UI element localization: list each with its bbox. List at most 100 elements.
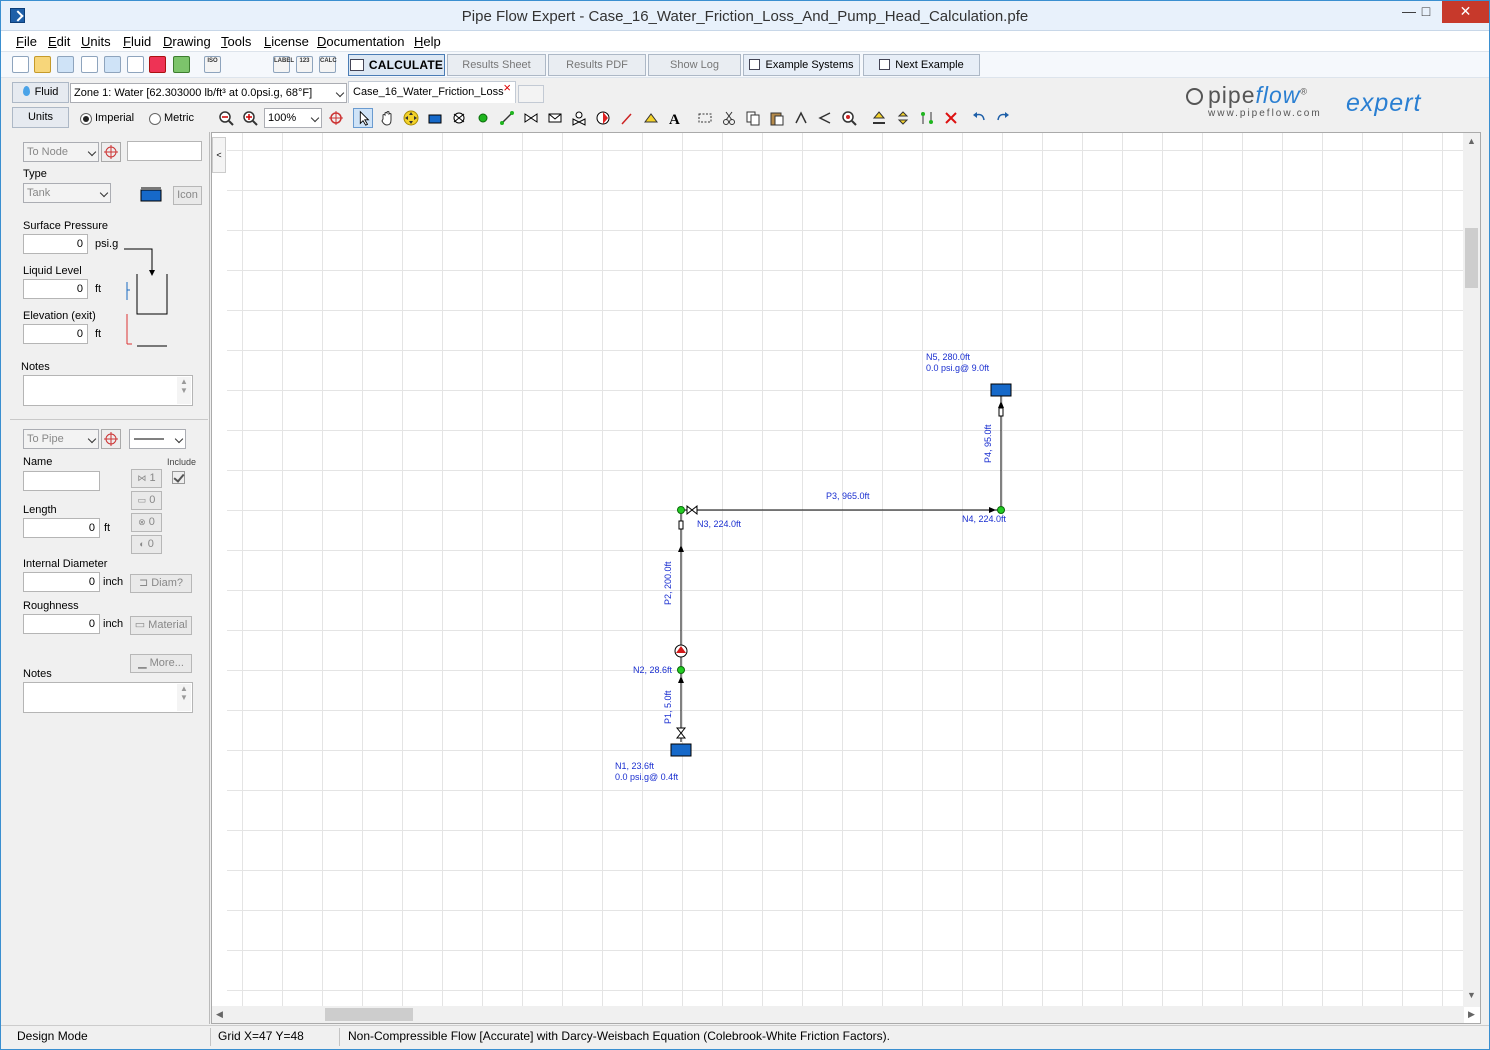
node-target-icon[interactable] <box>101 142 121 162</box>
valve-icon[interactable] <box>686 504 698 516</box>
join-point-icon[interactable] <box>475 110 491 126</box>
export-icon[interactable] <box>104 56 121 73</box>
menu-edit[interactable]: Edit <box>48 34 70 49</box>
component-marker[interactable] <box>998 407 1004 417</box>
node-n3[interactable] <box>677 506 685 514</box>
notes-scrollbar[interactable]: ▲ ▼ <box>177 377 191 404</box>
menu-documentation[interactable]: Documentation <box>317 34 404 49</box>
menu-fluid[interactable]: Fluid <box>123 34 151 49</box>
include-checkbox[interactable] <box>172 471 185 484</box>
diameter-button[interactable]: ⊐ Diam? <box>130 574 192 593</box>
iso-icon[interactable]: ISO <box>204 56 221 73</box>
menu-file[interactable]: File <box>16 34 37 49</box>
node-type-select[interactable]: Tank <box>23 183 111 203</box>
zoom-out-icon[interactable] <box>218 110 234 126</box>
close-button[interactable]: ✕ <box>1442 1 1489 23</box>
print-icon[interactable] <box>127 56 144 73</box>
move-all-icon[interactable] <box>403 110 419 126</box>
metric-radio[interactable] <box>149 113 161 125</box>
fitting-icon[interactable] <box>523 110 539 126</box>
line-draw-icon[interactable] <box>619 110 635 126</box>
flip-vertical-icon[interactable] <box>793 110 809 126</box>
zoom-select[interactable]: 100% <box>264 108 322 128</box>
notes-scrollbar[interactable]: ▲ ▼ <box>177 684 191 711</box>
flip-horizontal-icon[interactable] <box>817 110 833 126</box>
next-example-button[interactable]: Next Example <box>863 54 980 76</box>
icon-button[interactable]: Icon <box>173 186 202 205</box>
horizontal-scrollbar[interactable]: ◀ ▶ <box>212 1006 1475 1023</box>
new-tab-button[interactable] <box>518 85 544 103</box>
component-marker[interactable] <box>678 520 684 530</box>
maximize-button[interactable]: □ <box>1409 1 1443 23</box>
drawing-canvas[interactable]: N1, 23.6ft 0.0 psi.g@ 0.4ft N2, 28.6ft N… <box>227 133 1467 1007</box>
node-n4[interactable] <box>997 506 1005 514</box>
elevation-set-icon[interactable] <box>895 110 911 126</box>
tank-n1[interactable] <box>670 743 692 757</box>
delete-icon[interactable] <box>943 110 959 126</box>
scroll-up-icon[interactable]: ▲ <box>1467 136 1476 146</box>
find-icon[interactable] <box>841 110 857 126</box>
scroll-right-icon[interactable]: ▶ <box>1468 1009 1475 1020</box>
calc-settings-icon[interactable]: CALC <box>319 56 337 73</box>
valve-icon[interactable] <box>675 727 687 739</box>
show-log-button[interactable]: Show Log <box>648 54 741 76</box>
numbering-icon[interactable]: 123 <box>296 56 313 73</box>
surface-pressure-field[interactable]: 0 <box>23 234 88 254</box>
label-icon[interactable]: LABEL <box>273 56 294 73</box>
paste-icon[interactable] <box>769 110 785 126</box>
node-n2[interactable] <box>677 666 685 674</box>
zone-select[interactable]: Zone 1: Water [62.303000 lb/ft³ at 0.0ps… <box>70 83 347 103</box>
material-button[interactable]: ▭ Material <box>130 616 192 635</box>
vertical-scroll-thumb[interactable] <box>1465 228 1478 288</box>
pan-hand-icon[interactable] <box>379 110 395 126</box>
shape-tool-icon[interactable] <box>643 110 659 126</box>
tank-n5[interactable] <box>990 383 1012 397</box>
component-box-icon[interactable] <box>547 110 563 126</box>
calculate-button[interactable]: CALCULATE <box>348 54 445 76</box>
horizontal-scroll-thumb[interactable] <box>325 1008 413 1021</box>
pdf-icon[interactable] <box>149 56 166 73</box>
pointer-select-icon[interactable] <box>353 108 373 128</box>
diameter-field[interactable]: 0 <box>23 572 100 592</box>
undo-icon[interactable] <box>971 110 987 126</box>
tank-icon[interactable] <box>427 110 443 126</box>
scroll-left-icon[interactable]: ◀ <box>216 1009 223 1020</box>
center-target-icon[interactable] <box>328 110 344 126</box>
pumps-button[interactable]: ◐ 0 <box>131 535 162 554</box>
pump-icon[interactable] <box>595 110 611 126</box>
pipe-target-icon[interactable] <box>101 429 121 449</box>
menu-tools[interactable]: Tools <box>221 34 251 49</box>
email-icon[interactable] <box>81 56 98 73</box>
pipe-line-style-select[interactable] <box>129 429 186 449</box>
save-icon[interactable] <box>57 56 74 73</box>
redo-icon[interactable] <box>995 110 1011 126</box>
zoom-in-icon[interactable] <box>242 110 258 126</box>
pipe-selector[interactable]: To Pipe <box>23 429 99 449</box>
vertical-scrollbar[interactable]: ▲ ▼ <box>1463 133 1480 1007</box>
align-nodes-icon[interactable] <box>919 110 935 126</box>
pump-icon[interactable] <box>674 644 688 658</box>
fluid-button[interactable]: Fluid <box>12 82 69 103</box>
marquee-select-icon[interactable] <box>697 110 713 126</box>
open-folder-icon[interactable] <box>34 56 51 73</box>
elevation-field[interactable]: 0 <box>23 324 88 344</box>
length-field[interactable]: 0 <box>23 518 100 538</box>
menu-units[interactable]: Units <box>81 34 111 49</box>
node-notes-field[interactable]: ▲ ▼ <box>23 375 193 406</box>
new-file-icon[interactable] <box>12 56 29 73</box>
collapse-panel-button[interactable]: < <box>212 137 226 173</box>
tab-case-16[interactable]: Case_16_Water_Friction_Loss × <box>348 80 516 103</box>
results-pdf-button[interactable]: Results PDF <box>548 54 646 76</box>
menu-help[interactable]: Help <box>414 34 441 49</box>
menu-drawing[interactable]: Drawing <box>163 34 211 49</box>
elevation-up-icon[interactable] <box>871 110 887 126</box>
example-systems-button[interactable]: Example Systems <box>743 54 860 76</box>
cut-icon[interactable] <box>721 110 737 126</box>
liquid-level-field[interactable]: 0 <box>23 279 88 299</box>
menu-license[interactable]: License <box>264 34 309 49</box>
components-button[interactable]: ▭ 0 <box>131 491 162 510</box>
spreadsheet-icon[interactable] <box>173 56 190 73</box>
control-valve-icon[interactable] <box>571 110 587 126</box>
fittings-button[interactable]: ⋈ 1 <box>131 469 162 488</box>
results-sheet-button[interactable]: Results Sheet <box>447 54 546 76</box>
